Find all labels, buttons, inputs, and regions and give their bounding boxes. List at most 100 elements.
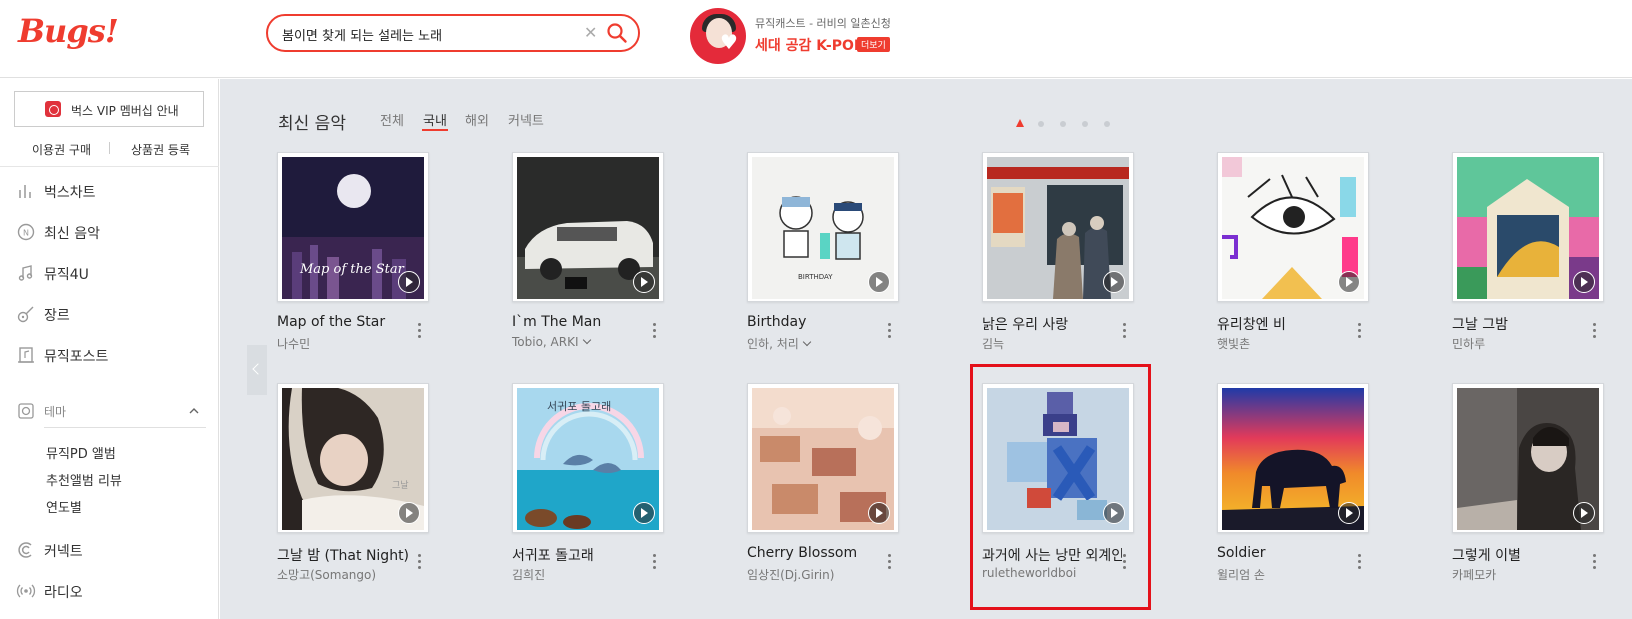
theme-item-musicpd-album[interactable]: 뮤직PD 앨범 [46, 443, 116, 462]
album-cover[interactable] [1452, 383, 1604, 533]
album-cover[interactable] [1217, 383, 1369, 533]
page-dot-4[interactable] [1082, 121, 1088, 127]
album-title[interactable]: Soldier [1217, 545, 1357, 561]
sidebar-item-genre[interactable]: 장르 [16, 302, 206, 326]
album-card[interactable]: 그날 그밤 민하루 [1452, 152, 1632, 362]
album-card[interactable]: BIRTHDAY Birthday 인하, 처리 [747, 152, 947, 362]
album-artist[interactable]: 김희진 [512, 566, 652, 583]
artist-name[interactable]: 카페모카 [1452, 568, 1496, 582]
more-options-icon[interactable] [1357, 322, 1363, 340]
play-icon[interactable] [868, 271, 890, 293]
more-options-icon[interactable] [652, 322, 658, 340]
play-icon[interactable] [1573, 502, 1595, 524]
page-dot-3[interactable] [1060, 121, 1066, 127]
buy-pass-link[interactable]: 이용권 구매 [32, 141, 91, 158]
album-artist[interactable]: 카페모카 [1452, 566, 1592, 583]
play-icon[interactable] [868, 502, 890, 524]
chevron-down-icon[interactable] [582, 335, 591, 345]
album-cover[interactable]: BIRTHDAY [747, 152, 899, 302]
album-cover[interactable] [1452, 152, 1604, 302]
play-icon[interactable] [1103, 271, 1125, 293]
artist-name[interactable]: 임상진(Dj.Girin) [747, 568, 834, 582]
album-card[interactable]: I`m The Man Tobio, ARKI [512, 152, 712, 362]
album-cover[interactable]: Map of the Star [277, 152, 429, 302]
play-icon[interactable] [633, 271, 655, 293]
more-options-icon[interactable] [417, 322, 423, 340]
album-cover[interactable] [1217, 152, 1369, 302]
album-card[interactable]: 서귀포 돌고래 서귀포 돌고래 김희진 [512, 383, 712, 593]
tab-all[interactable]: 전체 [380, 110, 404, 129]
album-artist[interactable]: 나수민 [277, 335, 417, 352]
artist-name[interactable]: 소망고(Somango) [277, 568, 376, 582]
tab-connect[interactable]: 커넥트 [508, 110, 544, 129]
artist-name[interactable]: 인하, 처리 [747, 337, 799, 351]
vip-membership-button[interactable]: 벅스 VIP 멤버십 안내 [14, 91, 204, 127]
album-title[interactable]: 유리창엔 비 [1217, 314, 1357, 334]
play-icon[interactable] [1338, 271, 1360, 293]
album-title[interactable]: 그날 밤 (That Night) [277, 545, 417, 565]
bugs-logo[interactable]: Bugs! [18, 12, 119, 50]
album-title[interactable]: Birthday [747, 314, 887, 330]
album-artist[interactable]: 소망고(Somango) [277, 566, 417, 583]
album-artist[interactable]: 인하, 처리 [747, 335, 887, 352]
play-icon[interactable] [398, 502, 420, 524]
theme-item-album-review[interactable]: 추천앨범 리뷰 [46, 470, 122, 489]
search-icon[interactable] [606, 22, 628, 44]
more-options-icon[interactable] [1122, 322, 1128, 340]
album-card[interactable]: 유리창엔 비 햇빛촌 [1217, 152, 1417, 362]
tab-overseas[interactable]: 해외 [465, 110, 489, 129]
artist-name[interactable]: Tobio, ARKI [512, 335, 579, 349]
chevron-up-icon[interactable] [188, 405, 200, 417]
promo-avatar[interactable]: ♥ [690, 8, 746, 64]
search-input[interactable] [282, 24, 572, 44]
play-icon[interactable] [1573, 271, 1595, 293]
more-options-icon[interactable] [887, 553, 893, 571]
album-title[interactable]: 그날 그밤 [1452, 314, 1592, 334]
sidebar-item-connect[interactable]: 커넥트 [16, 538, 206, 562]
album-card[interactable]: 그날 그날 밤 (That Night) 소망고(Somango) [277, 383, 477, 593]
album-cover[interactable] [747, 383, 899, 533]
album-card[interactable]: Map of the Star Map of the Star 나수민 [277, 152, 477, 362]
chevron-down-icon[interactable] [802, 337, 812, 347]
album-artist[interactable]: 임상진(Dj.Girin) [747, 566, 887, 583]
album-artist[interactable]: 민하루 [1452, 335, 1592, 352]
sidebar-item-new-music[interactable]: N 최신 음악 [16, 220, 206, 244]
more-options-icon[interactable] [1357, 553, 1363, 571]
album-artist[interactable]: Tobio, ARKI [512, 335, 652, 349]
more-options-icon[interactable] [887, 322, 893, 340]
sidebar-item-music-post[interactable]: 뮤직포스트 [16, 343, 206, 367]
album-title[interactable]: Cherry Blossom [747, 545, 887, 561]
page-dot-1[interactable] [1016, 119, 1024, 127]
album-artist[interactable]: 윌리엄 손 [1217, 566, 1357, 583]
artist-name[interactable]: 나수민 [277, 337, 310, 351]
album-artist[interactable]: 햇빛촌 [1217, 335, 1357, 352]
theme-item-by-year[interactable]: 연도별 [46, 497, 82, 516]
artist-name[interactable]: 민하루 [1452, 337, 1485, 351]
page-dot-5[interactable] [1104, 121, 1110, 127]
artist-name[interactable]: 김늑 [982, 337, 1004, 351]
sidebar-item-music4u[interactable]: 뮤직4U [16, 261, 206, 285]
sidebar-item-radio[interactable]: 라디오 [16, 579, 206, 603]
album-cover[interactable]: 그날 [277, 383, 429, 533]
artist-name[interactable]: 햇빛촌 [1217, 337, 1250, 351]
album-title[interactable]: 서귀포 돌고래 [512, 545, 652, 565]
register-voucher-link[interactable]: 상품권 등록 [131, 141, 190, 158]
carousel-prev-button[interactable] [247, 345, 267, 395]
promo-more-button[interactable]: 더보기 [857, 37, 890, 52]
album-card[interactable]: Soldier 윌리엄 손 [1217, 383, 1417, 593]
promo-title[interactable]: 세대 공감 K-POP [755, 35, 864, 55]
album-title[interactable]: I`m The Man [512, 314, 652, 330]
album-artist[interactable]: 김늑 [982, 335, 1122, 352]
play-icon[interactable] [633, 502, 655, 524]
more-options-icon[interactable] [652, 553, 658, 571]
album-cover[interactable] [982, 152, 1134, 302]
sidebar-item-chart[interactable]: 벅스차트 [16, 179, 206, 203]
artist-name[interactable]: 김희진 [512, 568, 545, 582]
clear-search-icon[interactable]: ✕ [584, 23, 597, 42]
play-icon[interactable] [1338, 502, 1360, 524]
album-card[interactable]: Cherry Blossom 임상진(Dj.Girin) [747, 383, 947, 593]
album-title[interactable]: 그렇게 이별 [1452, 545, 1592, 565]
more-options-icon[interactable] [1592, 553, 1598, 571]
search-box[interactable]: ✕ [266, 14, 640, 52]
promo-subtitle[interactable]: 뮤직캐스트 - 러비의 일촌신청 [755, 15, 891, 31]
